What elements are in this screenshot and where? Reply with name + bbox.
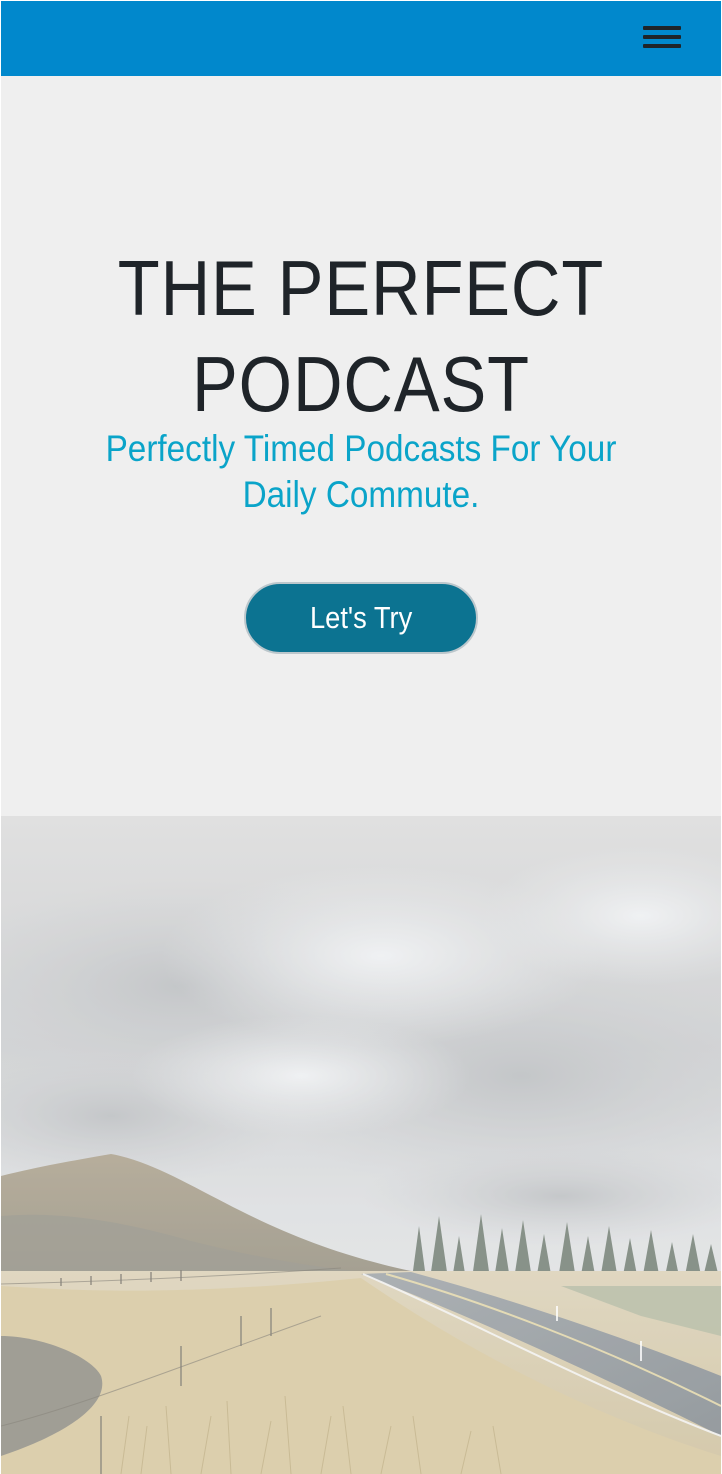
hamburger-line (643, 44, 681, 48)
road-landscape-image (1, 816, 721, 1474)
hero-subtitle: Perfectly Timed Podcasts For Your Daily … (105, 428, 617, 515)
lets-try-button[interactable]: Let's Try (244, 582, 478, 654)
hero-section: THE PERFECT PODCAST Perfectly Timed Podc… (1, 76, 721, 816)
lets-try-button-label: Let's Try (309, 600, 413, 635)
top-navbar (1, 1, 721, 76)
hamburger-menu-icon[interactable] (643, 24, 681, 52)
landing-page: THE PERFECT PODCAST Perfectly Timed Podc… (0, 0, 722, 1474)
hamburger-line (643, 26, 681, 30)
hero-title: THE PERFECT PODCAST (117, 244, 605, 428)
hamburger-line (643, 35, 681, 39)
